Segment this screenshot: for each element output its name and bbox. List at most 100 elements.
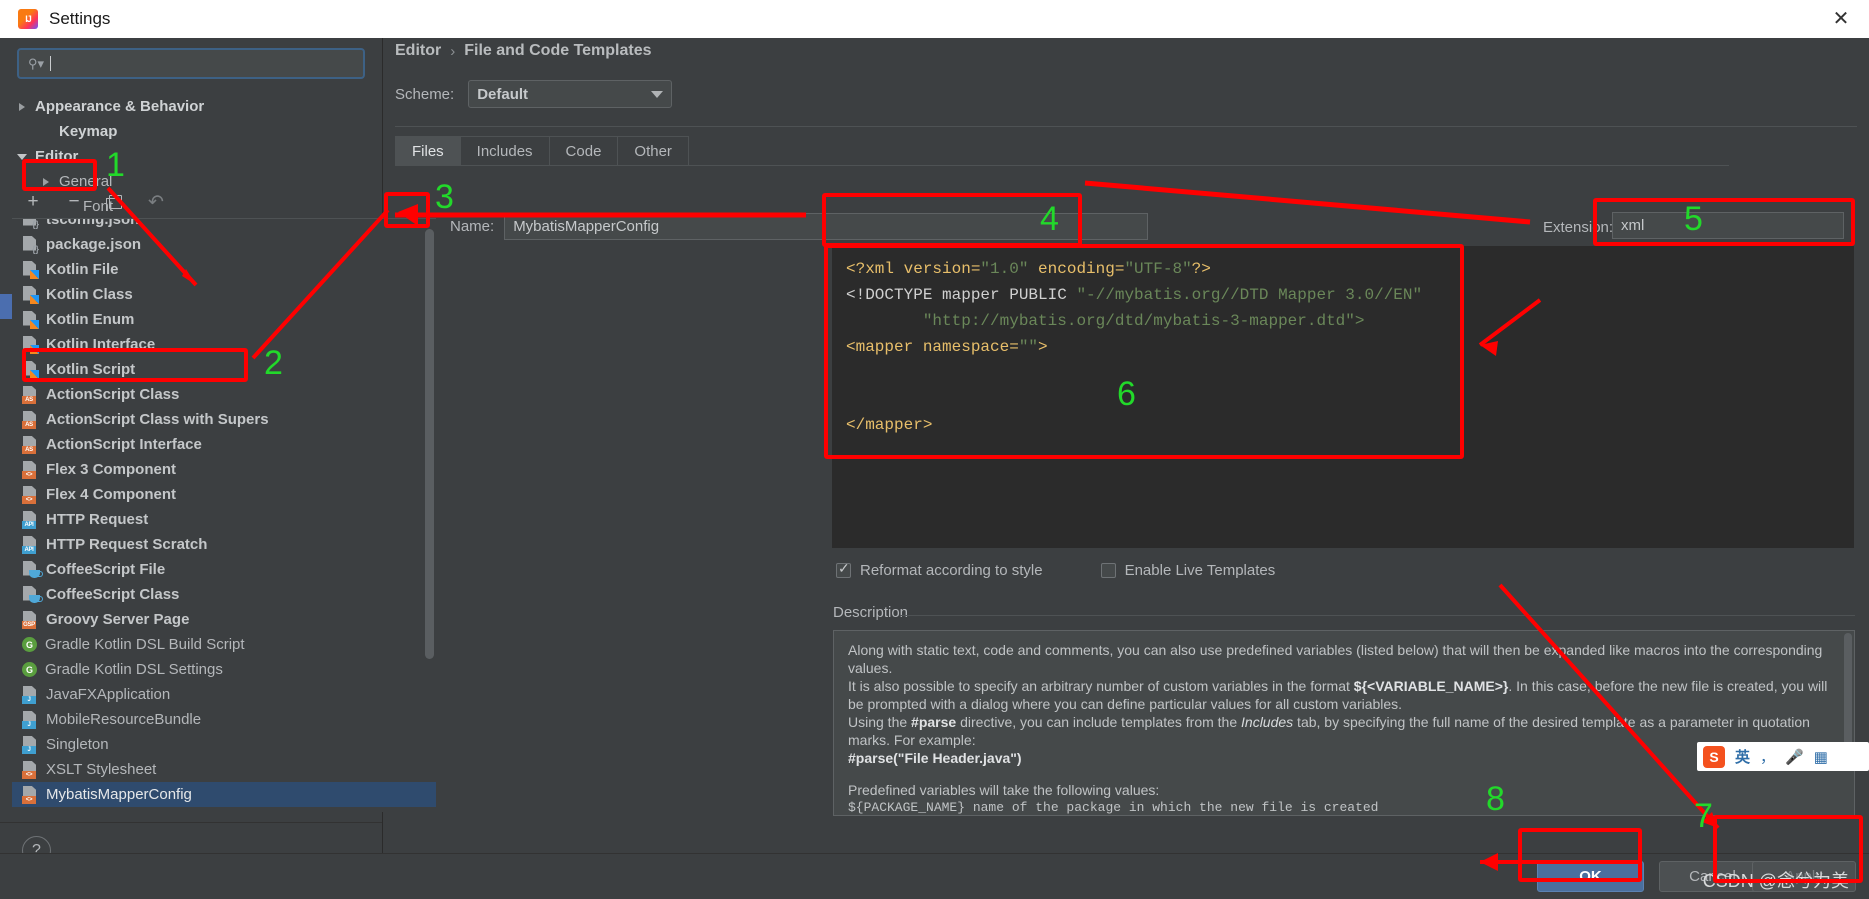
ime-language-label[interactable]: 英 [1735, 746, 1750, 767]
template-list-item-label: Kotlin Script [46, 361, 136, 378]
template-list-item-label: Flex 3 Component [46, 461, 177, 478]
window-title-bar: IJ Settings ✕ [0, 0, 1869, 38]
sidebar-item-label: Keymap [59, 123, 118, 140]
desc-p2-pre: It is also possible to specify an arbitr… [848, 678, 1354, 694]
template-list-item[interactable]: Kotlin Enum [12, 307, 436, 332]
sidebar-item-appearance-behavior[interactable]: Appearance & Behavior [0, 94, 383, 119]
template-list-item-label: Flex 4 Component [46, 486, 177, 503]
minus-icon[interactable]: − [63, 191, 85, 213]
template-list-item-label: XSLT Stylesheet [46, 761, 157, 778]
chevron-right-icon[interactable] [14, 102, 29, 111]
template-list-item[interactable]: AS ActionScript Class [12, 382, 436, 407]
scheme-select[interactable]: Default [468, 80, 673, 108]
template-list-toolbar: + − ↶ [12, 187, 436, 217]
kotlin-file-icon [22, 335, 39, 354]
json-file-icon: {} [22, 235, 39, 254]
actionscript-file-icon: AS [22, 435, 38, 454]
template-code-editor[interactable]: <?xml version="1.0" encoding="UTF-8"?> <… [832, 246, 1854, 548]
sidebar-item-keymap[interactable]: Keymap [0, 119, 383, 144]
template-list-item[interactable]: J MobileResourceBundle [12, 707, 436, 732]
keyboard-icon[interactable]: ▦ [1814, 748, 1828, 766]
template-list-item[interactable]: Kotlin Class [12, 282, 436, 307]
template-list-item[interactable]: {} package.json [12, 232, 436, 257]
description-title: Description [833, 604, 917, 621]
tab-includes[interactable]: Includes [460, 136, 550, 166]
template-list-item[interactable]: Kotlin File [12, 257, 436, 282]
ok-button[interactable]: OK [1537, 861, 1644, 892]
template-list-item[interactable]: <> XSLT Stylesheet [12, 757, 436, 782]
template-list-item[interactable]: Kotlin Script [12, 357, 436, 382]
kotlin-file-icon [22, 285, 39, 304]
ime-punctuation-icon[interactable]: ， [1760, 746, 1775, 767]
extension-input[interactable]: xml [1612, 212, 1844, 239]
template-list-item[interactable]: G Gradle Kotlin DSL Build Script [12, 632, 436, 657]
kotlin-file-icon [22, 310, 39, 329]
ime-floating-bar[interactable]: S 英 ， 🎤 ▦ [1697, 742, 1869, 771]
template-list[interactable]: {} tsconfig.json {} package.json Kotlin File… [12, 218, 436, 812]
chevron-right-icon[interactable] [38, 177, 53, 186]
template-list-item[interactable]: API HTTP Request Scratch [12, 532, 436, 557]
plus-icon[interactable]: + [22, 191, 44, 213]
template-list-item-label: ActionScript Interface [46, 436, 202, 453]
template-options-row: Reformat according to style Enable Live … [836, 560, 1275, 579]
template-category-tabs[interactable]: Files Includes Code Other [395, 136, 1729, 166]
actionscript-file-icon: AS [22, 410, 38, 429]
breadcrumb: Editor › File and Code Templates [395, 42, 652, 60]
gsp-file-icon: GSP [22, 610, 38, 629]
name-label: Name: [450, 218, 495, 235]
tab-code[interactable]: Code [549, 136, 619, 166]
breadcrumb-parent[interactable]: Editor [395, 42, 441, 60]
template-list-item-label: Gradle Kotlin DSL Build Script [45, 636, 245, 653]
template-list-item[interactable]: G Gradle Kotlin DSL Settings [12, 657, 436, 682]
template-list-item[interactable]: <> Flex 3 Component [12, 457, 436, 482]
live-templates-checkbox[interactable]: Enable Live Templates [1100, 562, 1275, 579]
desc-p3-mid: directive, you can include templates fro… [956, 714, 1242, 730]
template-list-item-label: ActionScript Class [46, 386, 180, 403]
desc-p3-em: Includes [1241, 714, 1294, 730]
template-list-item[interactable]: AS ActionScript Class with Supers [12, 407, 436, 432]
reformat-checkbox[interactable]: Reformat according to style [836, 560, 1043, 579]
extension-label: Extension: [1543, 219, 1614, 236]
editor-line2-public: "-//mybatis.org//DTD Mapper 3.0//EN" [1076, 286, 1423, 304]
template-list-item[interactable]: CoffeeScript File [12, 557, 436, 582]
annotation-number-5: 5 [1684, 200, 1703, 238]
tab-files[interactable]: Files [395, 136, 461, 166]
template-list-item-label: CoffeeScript File [46, 561, 166, 578]
template-list-item[interactable]: {} tsconfig.json [12, 219, 436, 232]
template-list-item[interactable]: J Singleton [12, 732, 436, 757]
editor-line6-closemapper: </mapper> [846, 416, 933, 434]
editor-line4-mapper: <mapper namespace= [846, 338, 1019, 356]
chevron-down-icon[interactable] [14, 153, 29, 160]
search-input[interactable]: ⚲▾ [17, 48, 365, 79]
editor-line1-version: "1.0" [980, 260, 1029, 278]
java-file-icon: J [22, 685, 38, 704]
flex-file-icon: <> [22, 485, 38, 504]
annotation-number-6: 6 [1117, 375, 1136, 413]
template-list-item-label: package.json [46, 236, 142, 253]
template-list-item-label: MobileResourceBundle [46, 711, 202, 728]
microphone-icon[interactable]: 🎤 [1785, 748, 1804, 766]
template-list-item[interactable]: <> Flex 4 Component [12, 482, 436, 507]
gradle-icon: G [22, 637, 37, 652]
template-list-item-label: CoffeeScript Class [46, 586, 180, 603]
close-icon[interactable]: ✕ [1813, 0, 1869, 38]
copy-icon[interactable] [104, 191, 126, 213]
coffeescript-file-icon [22, 585, 43, 604]
template-list-item[interactable]: J JavaFXApplication [12, 682, 436, 707]
search-icon: ⚲▾ [28, 55, 45, 71]
template-list-item[interactable]: AS ActionScript Interface [12, 432, 436, 457]
annotation-number-7: 7 [1694, 797, 1713, 835]
flex-file-icon: <> [22, 460, 38, 479]
template-list-item[interactable]: CoffeeScript Class [12, 582, 436, 607]
description-text-area[interactable]: Along with static text, code and comment… [833, 630, 1855, 816]
undo-icon[interactable]: ↶ [145, 191, 167, 213]
sidebar-item-editor[interactable]: Editor [0, 144, 383, 169]
desc-p2-code: ${<VARIABLE_NAME>} [1353, 678, 1509, 694]
template-list-item[interactable]: GSP Groovy Server Page [12, 607, 436, 632]
template-list-item[interactable]: Kotlin Interface [12, 332, 436, 357]
tab-other[interactable]: Other [618, 136, 689, 166]
template-list-item[interactable]: <> MybatisMapperConfig [12, 782, 436, 807]
editor-line1-encval: "UTF-8" [1124, 260, 1192, 278]
chevron-down-icon [651, 90, 664, 98]
template-list-item[interactable]: API HTTP Request [12, 507, 436, 532]
